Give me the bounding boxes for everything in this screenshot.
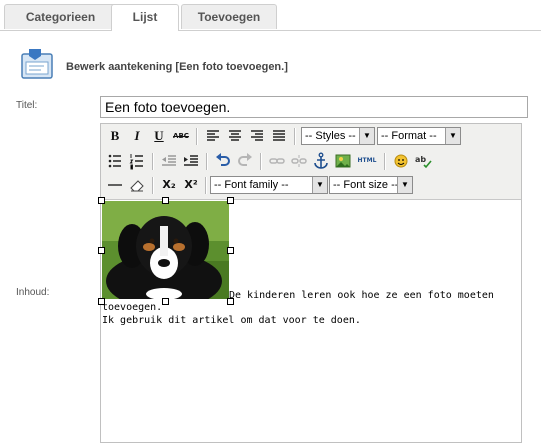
undo-icon[interactable] [213, 151, 233, 171]
emoticon-icon[interactable] [391, 151, 411, 171]
content-text-line: De kinderen leren ook hoe ze een foto mo… [229, 290, 494, 301]
spellcheck-icon[interactable]: ab [413, 151, 433, 171]
chevron-down-icon: ▼ [445, 128, 460, 144]
link-icon[interactable] [267, 151, 287, 171]
editor-toolbar: B I U ABC -- Styles --▼ -- Format --▼ [101, 124, 521, 200]
outdent-icon[interactable] [159, 151, 179, 171]
tab-toevoegen[interactable]: Toevoegen [181, 4, 277, 29]
align-left-icon[interactable] [203, 126, 223, 146]
indent-icon[interactable] [181, 151, 201, 171]
bullet-list-icon[interactable] [105, 151, 125, 171]
svg-text:ab: ab [415, 155, 426, 164]
bold-button[interactable]: B [105, 126, 125, 146]
chevron-down-icon: ▼ [359, 128, 374, 144]
tab-lijst[interactable]: Lijst [111, 4, 179, 31]
align-center-icon[interactable] [225, 126, 245, 146]
subscript-button[interactable]: X₂ [159, 175, 179, 195]
strikethrough-button[interactable]: ABC [171, 126, 191, 146]
anchor-icon[interactable] [311, 151, 331, 171]
title-label: Titel: [16, 100, 38, 111]
eraser-icon[interactable] [127, 175, 147, 195]
content-label: Inhoud: [16, 287, 50, 298]
font-size-select[interactable]: -- Font size -- ▼ [329, 176, 413, 194]
styles-select[interactable]: -- Styles -- ▼ [301, 127, 375, 145]
underline-button[interactable]: U [149, 126, 169, 146]
content-text-line: toevoegen. [102, 302, 163, 313]
font-family-select[interactable]: -- Font family -- ▼ [210, 176, 328, 194]
redo-icon[interactable] [235, 151, 255, 171]
format-select[interactable]: -- Format -- ▼ [377, 127, 461, 145]
italic-button[interactable]: I [127, 126, 147, 146]
tab-categorieen[interactable]: Categorieen [4, 4, 117, 29]
edit-note-icon [21, 49, 53, 79]
unlink-icon[interactable] [289, 151, 309, 171]
rich-text-editor: B I U ABC -- Styles --▼ -- Format --▼ [98, 123, 522, 443]
editor-content[interactable]: De kinderen leren ook hoe ze een foto mo… [98, 197, 521, 440]
chevron-down-icon: ▼ [397, 177, 412, 193]
html-source-button[interactable]: HTML [355, 151, 379, 171]
title-input[interactable]: Een foto toevoegen. [100, 96, 528, 118]
align-right-icon[interactable] [247, 126, 267, 146]
chevron-down-icon: ▼ [312, 177, 327, 193]
image-icon[interactable] [333, 151, 353, 171]
dog-photo[interactable] [102, 201, 229, 299]
superscript-button[interactable]: X² [181, 175, 201, 195]
align-justify-icon[interactable] [269, 126, 289, 146]
page-title: Bewerk aantekening [Een foto toevoegen.] [66, 61, 288, 73]
horizontal-rule-icon[interactable] [105, 175, 125, 195]
tab-bar: Categorieen Lijst Toevoegen [0, 0, 541, 31]
numbered-list-icon[interactable] [127, 151, 147, 171]
content-text-line: Ik gebruik dit artikel om dat voor te do… [102, 315, 361, 326]
